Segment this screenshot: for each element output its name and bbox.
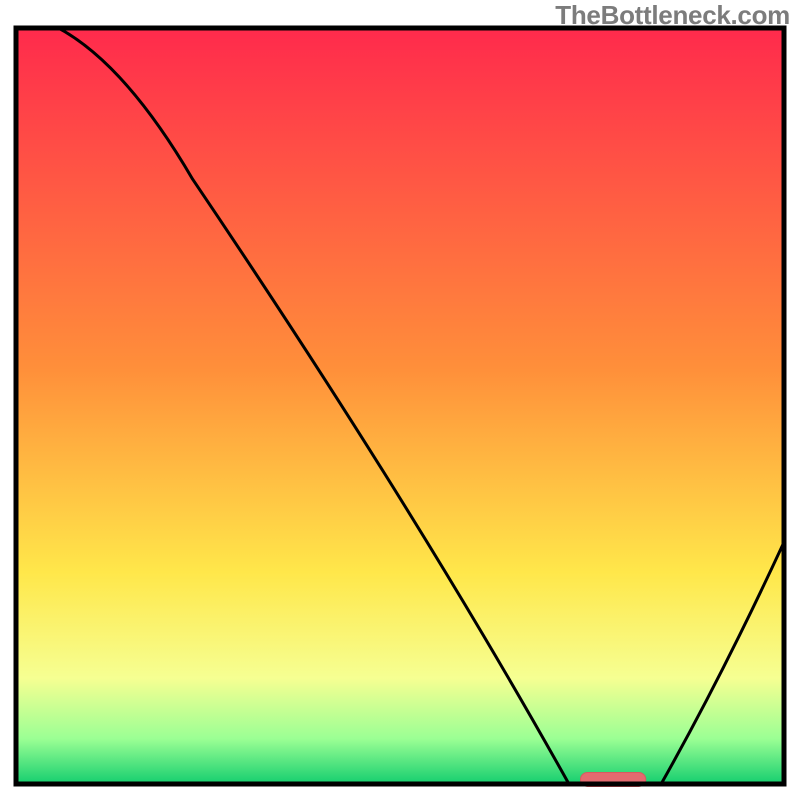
watermark: TheBottleneck.com	[555, 0, 790, 31]
heat-gradient	[16, 28, 784, 784]
plot-svg	[0, 0, 800, 800]
chart-canvas: { "watermark": "TheBottleneck.com", "col…	[0, 0, 800, 800]
